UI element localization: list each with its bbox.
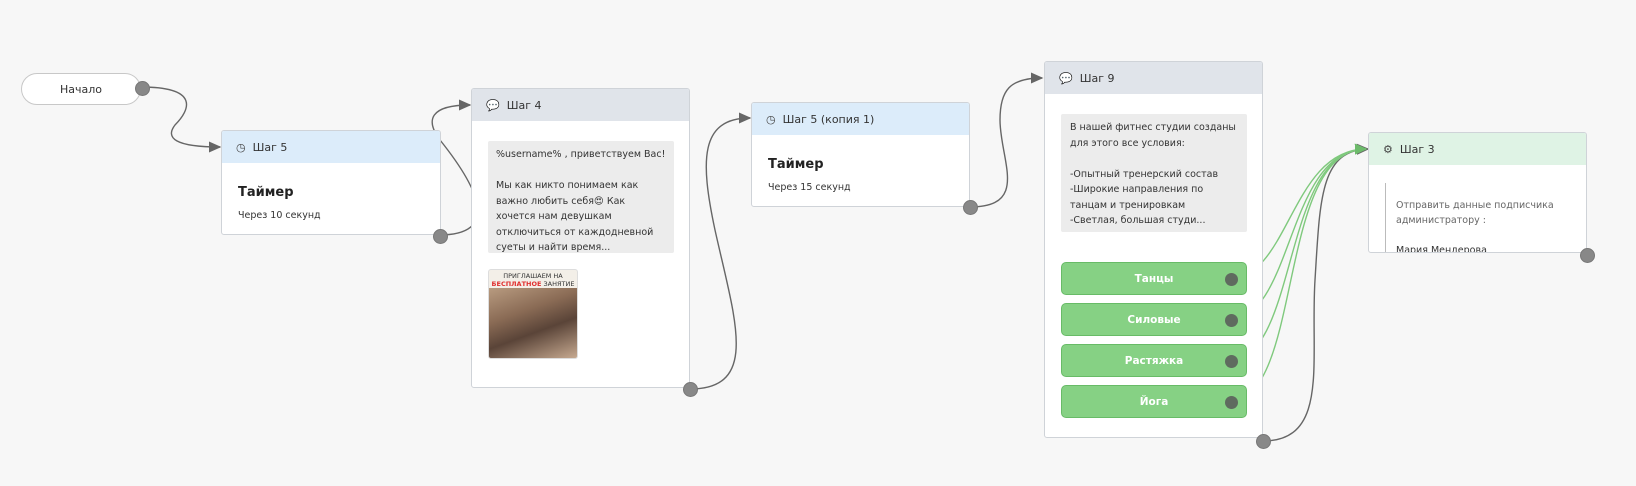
- step4-header[interactable]: 💬 Шаг 4: [472, 89, 689, 121]
- step4-image[interactable]: ПРИГЛАШАЕМ НА БЕСПЛАТНОЕ ЗАНЯТИЕ: [488, 269, 578, 359]
- step9-card[interactable]: 💬 Шаг 9 В нашей фитнес студии созданы дл…: [1044, 61, 1263, 438]
- speech-bubble-icon: 💬: [1059, 71, 1073, 85]
- wire-start-to-step5: [140, 86, 222, 153]
- button-silovye-port[interactable]: [1225, 314, 1238, 327]
- step5-card[interactable]: ◷ Шаг 5 Таймер Через 10 секунд: [221, 130, 441, 235]
- gears-icon: ⚙: [1383, 142, 1393, 156]
- button-tancy[interactable]: Танцы: [1061, 262, 1247, 295]
- step5copy-timer-sub: Через 15 секунд: [768, 182, 851, 193]
- button-tancy-port[interactable]: [1225, 273, 1238, 286]
- button-yoga-label: Йога: [1139, 395, 1169, 408]
- step9-title: Шаг 9: [1079, 71, 1115, 85]
- step5copy-output-port[interactable]: [963, 200, 978, 215]
- step3-recipient: Мария Мендерова: [1396, 245, 1487, 253]
- step4-message: %username% , приветствуем Вас! Мы как ни…: [488, 141, 674, 253]
- start-output-port[interactable]: [135, 81, 150, 96]
- step3-title: Шаг 3: [1399, 142, 1435, 156]
- step4-image-photo: [489, 288, 577, 358]
- step3-output-port[interactable]: [1580, 248, 1595, 263]
- step5-header[interactable]: ◷ Шаг 5: [222, 131, 440, 163]
- wire-step4-to-step5copy: [689, 112, 752, 390]
- button-rastyazhka-label: Растяжка: [1124, 354, 1184, 367]
- button-silovye-label: Силовые: [1127, 313, 1181, 326]
- step5-title: Шаг 5: [252, 140, 288, 154]
- start-label: Начало: [59, 82, 102, 96]
- button-yoga-port[interactable]: [1225, 396, 1238, 409]
- step5-timer-title: Таймер: [238, 185, 294, 200]
- speech-bubble-icon: 💬: [486, 98, 500, 112]
- start-node[interactable]: Начало: [21, 73, 141, 105]
- wire-step9-to-step3: [1262, 143, 1370, 442]
- step9-header[interactable]: 💬 Шаг 9: [1045, 62, 1262, 94]
- step3-action-text: Отправить данные подписчика администрато…: [1385, 183, 1586, 253]
- step3-header[interactable]: ⚙ Шаг 3: [1369, 133, 1586, 165]
- button-silovye[interactable]: Силовые: [1061, 303, 1247, 336]
- step3-text: Отправить данные подписчика администрато…: [1396, 200, 1554, 226]
- step4-card[interactable]: 💬 Шаг 4 %username% , приветствуем Вас! М…: [471, 88, 690, 388]
- step4-image-caption: ПРИГЛАШАЕМ НА БЕСПЛАТНОЕ ЗАНЯТИЕ: [491, 272, 575, 288]
- step4-title: Шаг 4: [506, 98, 542, 112]
- wire-step5copy-to-step9: [969, 72, 1044, 208]
- step5copy-header[interactable]: ◷ Шаг 5 (копия 1): [752, 103, 969, 135]
- step5-timer-sub: Через 10 секунд: [238, 210, 321, 221]
- step9-output-port[interactable]: [1256, 434, 1271, 449]
- step5copy-timer-title: Таймер: [768, 157, 824, 172]
- button-yoga[interactable]: Йога: [1061, 385, 1247, 418]
- button-rastyazhka-port[interactable]: [1225, 355, 1238, 368]
- step5copy-title: Шаг 5 (копия 1): [782, 112, 875, 126]
- button-tancy-label: Танцы: [1134, 272, 1174, 285]
- step5copy-card[interactable]: ◷ Шаг 5 (копия 1) Таймер Через 15 секунд: [751, 102, 970, 207]
- clock-icon: ◷: [766, 112, 776, 126]
- step4-output-port[interactable]: [683, 382, 698, 397]
- button-rastyazhka[interactable]: Растяжка: [1061, 344, 1247, 377]
- step5-output-port[interactable]: [433, 229, 448, 244]
- step3-card[interactable]: ⚙ Шаг 3 Отправить данные подписчика адми…: [1368, 132, 1587, 253]
- clock-icon: ◷: [236, 140, 246, 154]
- step9-message: В нашей фитнес студии созданы для этого …: [1061, 114, 1247, 232]
